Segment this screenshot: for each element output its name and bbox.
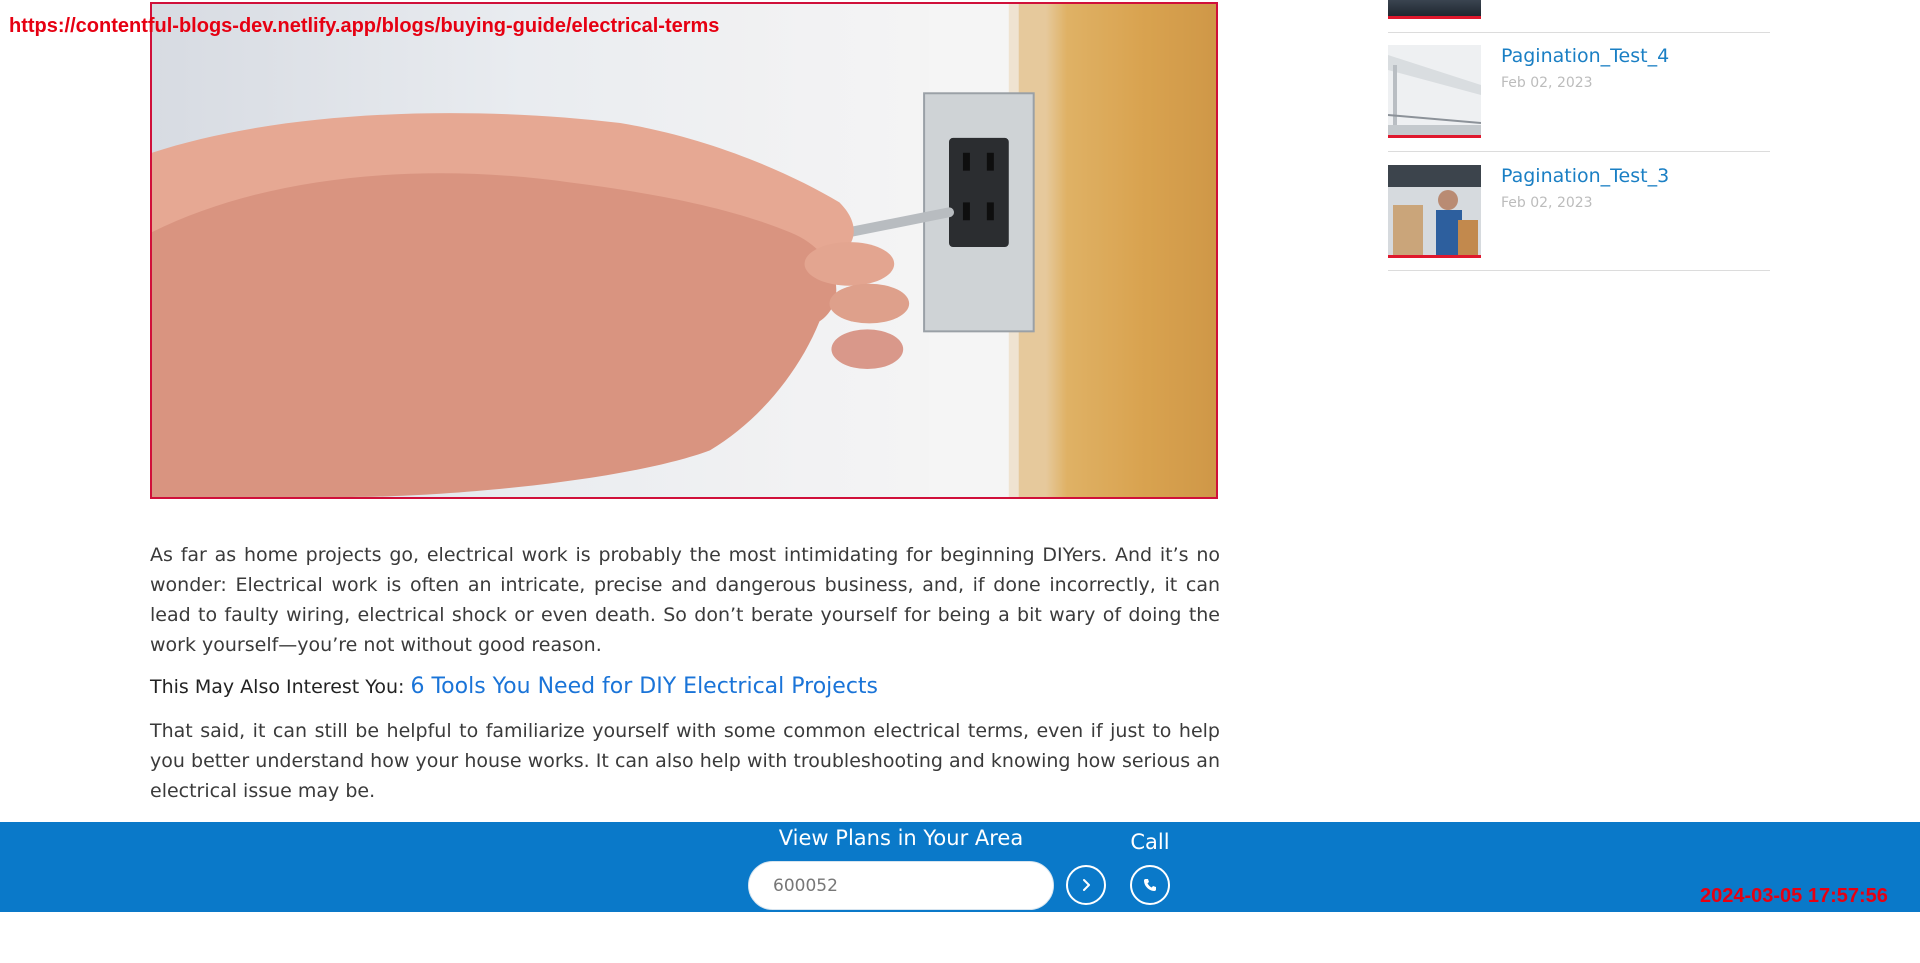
sidebar-post-item[interactable]: Pagination_Test_3 Feb 02, 2023 [1388,165,1770,261]
house-roof-image [1388,45,1481,135]
post-date: Feb 02, 2023 [1501,75,1593,91]
hands-installing-outlet-photo [152,4,1216,497]
post-date: Feb 02, 2023 [1501,195,1593,211]
article-body: As far as home projects go, electrical w… [150,540,1220,818]
hand-front [152,173,837,497]
view-plans-button[interactable] [1066,865,1106,905]
related-article: This May Also Interest You: 6 Tools You … [150,672,1220,702]
divider [1388,151,1770,152]
article-paragraph: That said, it can still be helpful to fa… [150,720,1220,802]
timestamp-overlay: 2024-03-05 17:57:56 [1700,885,1888,907]
call-label: Call [1130,830,1170,854]
plans-cta-bar: View Plans in Your Area Call [0,822,1920,912]
page: https://contentful-blogs-dev.netlify.app… [0,0,1920,963]
chevron-right-icon [1083,879,1090,891]
url-overlay: https://contentful-blogs-dev.netlify.app… [9,15,720,37]
worker-image [1388,165,1481,255]
post-title[interactable]: Pagination_Test_4 [1501,45,1669,67]
phone-icon [1144,879,1156,891]
outlet-receptacle [949,137,1009,248]
post-title[interactable]: Pagination_Test_3 [1501,165,1669,187]
post-thumbnail[interactable] [1388,45,1481,138]
post-thumbnail[interactable] [1388,165,1481,258]
plans-title: View Plans in Your Area [778,826,1024,850]
sidebar-post-item[interactable]: Pagination_Test_4 Feb 02, 2023 [1388,45,1770,141]
article-paragraph: As far as home projects go, electrical w… [150,544,1220,656]
call-button[interactable] [1130,865,1170,905]
related-label: This May Also Interest You: [150,676,405,698]
post-thumbnail[interactable] [1388,0,1481,19]
divider [1388,270,1770,271]
hero-image [150,2,1218,499]
divider [1388,32,1770,33]
related-article-link[interactable]: 6 Tools You Need for DIY Electrical Proj… [410,674,878,699]
zip-code-input[interactable] [748,861,1054,910]
